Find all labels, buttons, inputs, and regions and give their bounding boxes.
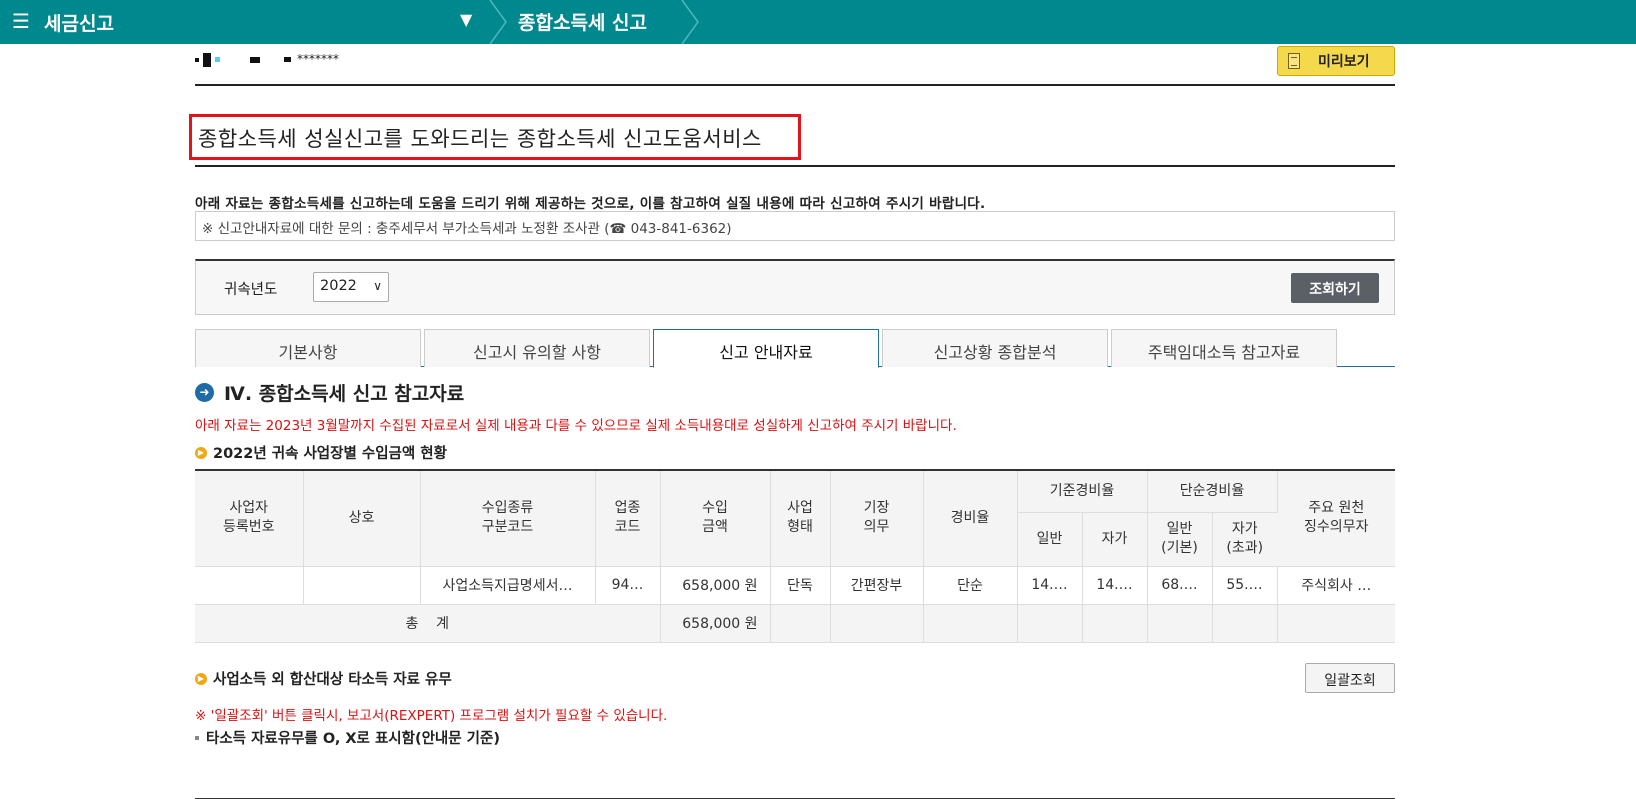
other-income-note: 타소득 자료유무를 O, X로 표시함(안내문 기준) — [195, 727, 500, 748]
chevron-down-icon: ∨ — [373, 279, 382, 293]
tab-rental-income[interactable]: 주택임대소득 참고자료 — [1111, 329, 1337, 367]
table-row: 사업소득지급명세서… 94… 658,000 원 단독 간편장부 단순 14.…… — [195, 566, 1395, 605]
col-withholder: 주요 원천 징수의무자 — [1277, 469, 1395, 567]
inquiry-info: ※ 신고안내자료에 대한 문의 : 충주세무서 부가소득세과 노정환 조사관 (… — [195, 211, 1395, 241]
cell-std-self: 14.… — [1082, 566, 1148, 605]
tab-basic-info[interactable]: 기본사항 — [195, 329, 421, 367]
masked-name-icon — [203, 52, 211, 67]
income-status-title-text: 2022년 귀속 사업장별 수입금액 현황 — [213, 446, 447, 462]
masked-id: ******* — [297, 52, 339, 66]
user-info: ******* — [195, 52, 339, 72]
top-bar: ☰ 세금신고 ▼ 종합소득세 신고 — [0, 0, 1636, 44]
income-table: 사업자 등록번호 상호 수입종류 구분코드 업종 코드 수입 금액 사업 형태 기장 의무 … — [195, 469, 1395, 643]
col-bookkeeping: 기장 의무 — [830, 469, 924, 567]
divider — [195, 84, 1395, 86]
masked-name-icon — [195, 57, 199, 62]
table-total-row: 총 계 658,000 원 — [195, 604, 1395, 643]
year-label: 귀속년도 — [224, 282, 278, 298]
tab-bar: 기본사항 신고시 유의할 사항 신고 안내자료 신고상황 종합분석 주택임대소득… — [195, 329, 1395, 368]
square-bullet-icon — [195, 735, 199, 740]
income-status-title: ▶ 2022년 귀속 사업장별 수입금액 현황 — [195, 442, 447, 463]
breadcrumb-separator-icon — [489, 0, 507, 44]
total-amount: 658,000 원 — [660, 604, 771, 643]
col-simple-general: 일반 (기본) — [1147, 512, 1213, 567]
total-label: 총 계 — [195, 604, 661, 643]
cell-amount: 658,000 원 — [660, 566, 771, 605]
col-industry-code: 업종 코드 — [595, 469, 661, 567]
notice-text: 아래 자료는 종합소득세를 신고하는데 도움을 드리기 위해 제공하는 것으로,… — [195, 196, 986, 212]
other-income-title: ▶ 사업소득 외 합산대상 타소득 자료 유무 — [195, 668, 452, 689]
col-biz-no: 사업자 등록번호 — [195, 469, 304, 567]
search-panel: 귀속년도 2022 ∨ 조회하기 — [195, 259, 1395, 315]
col-std-rate: 기준경비율 — [1017, 469, 1148, 513]
app-title[interactable]: 세금신고 — [44, 9, 114, 36]
masked-name-icon — [250, 56, 260, 63]
cell-name — [303, 566, 421, 605]
divider — [195, 165, 1395, 167]
preview-button-label: 미리보기 — [1318, 54, 1370, 70]
cell-income-type: 사업소득지급명세서… — [420, 566, 596, 605]
cell-biz-type: 단독 — [770, 566, 831, 605]
hamburger-menu-icon[interactable]: ☰ — [12, 10, 30, 32]
masked-name-icon — [215, 57, 220, 62]
year-select-value: 2022 — [320, 278, 357, 294]
cell-withholder: 주식회사 … — [1277, 566, 1395, 605]
breadcrumb-separator-icon — [681, 0, 699, 44]
chevron-down-icon[interactable]: ▼ — [460, 10, 472, 29]
year-select[interactable]: 2022 ∨ — [313, 272, 389, 302]
col-std-general: 일반 — [1017, 512, 1083, 567]
rexpert-warning: ※ '일괄조회' 버튼 클릭시, 보고서(REXPERT) 프로그램 설치가 필… — [195, 708, 668, 724]
col-amount: 수입 금액 — [660, 469, 771, 567]
col-biz-type: 사업 형태 — [770, 469, 831, 567]
tab-filing-guide[interactable]: 신고 안내자료 — [653, 329, 879, 368]
page-headline: 종합소득세 성실신고를 도와드리는 종합소득세 신고도움서비스 — [189, 114, 801, 160]
cell-simple-general: 68.… — [1147, 566, 1213, 605]
cell-expense-rate: 단순 — [923, 566, 1018, 605]
cell-industry-code: 94… — [595, 566, 661, 605]
data-warning: 아래 자료는 2023년 3월말까지 수집된 자료로서 실제 내용과 다를 수 … — [195, 418, 957, 434]
col-name: 상호 — [303, 469, 421, 567]
preview-button[interactable]: 미리보기 — [1277, 46, 1395, 76]
cell-bookkeeping: 간편장부 — [830, 566, 924, 605]
col-income-type: 수입종류 구분코드 — [420, 469, 596, 567]
cell-simple-self: 55.… — [1212, 566, 1278, 605]
cell-std-general: 14.… — [1017, 566, 1083, 605]
col-std-self: 자가 — [1082, 512, 1148, 567]
bulk-lookup-button[interactable]: 일괄조회 — [1305, 663, 1395, 693]
bullet-arrow-icon: ▶ — [195, 446, 207, 459]
other-income-title-text: 사업소득 외 합산대상 타소득 자료 유무 — [213, 672, 452, 688]
cell-biz-no — [195, 566, 304, 605]
section-title-text: Ⅳ. 종합소득세 신고 참고자료 — [224, 383, 465, 405]
breadcrumb-current[interactable]: 종합소득세 신고 — [518, 8, 647, 35]
col-expense-rate: 경비율 — [923, 469, 1018, 567]
tab-filing-analysis[interactable]: 신고상황 종합분석 — [882, 329, 1108, 367]
section-title: ➜ Ⅳ. 종합소득세 신고 참고자료 — [195, 379, 464, 406]
col-simple-self: 자가 (초과) — [1212, 512, 1277, 567]
document-icon — [1288, 53, 1300, 69]
col-simple-rate: 단순경비율 — [1147, 469, 1278, 513]
masked-name-icon — [284, 57, 291, 62]
other-income-note-text: 타소득 자료유무를 O, X로 표시함(안내문 기준) — [206, 731, 500, 747]
search-button[interactable]: 조회하기 — [1291, 273, 1379, 303]
tab-filing-cautions[interactable]: 신고시 유의할 사항 — [424, 329, 650, 367]
arrow-right-icon: ➜ — [195, 383, 214, 402]
bullet-arrow-icon: ▶ — [195, 672, 207, 685]
